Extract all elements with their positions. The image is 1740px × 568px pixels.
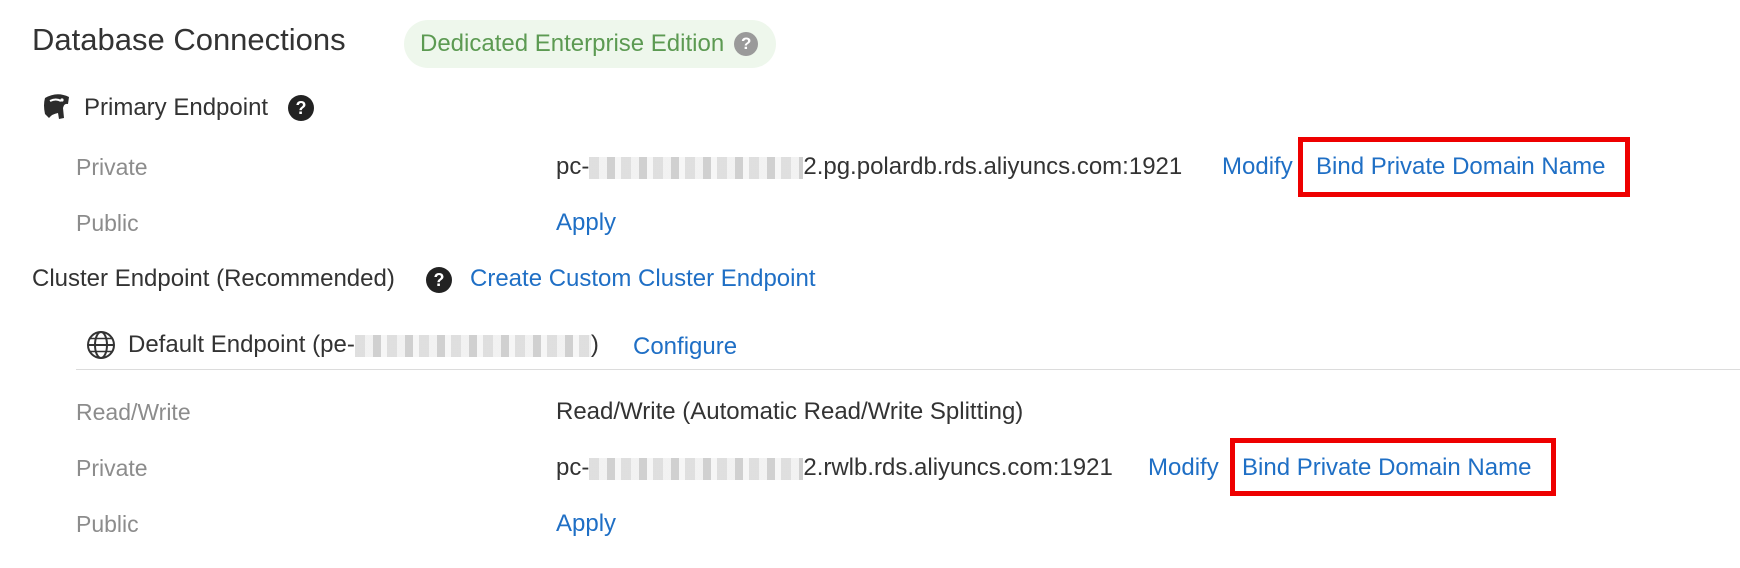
question-circle-icon[interactable]: ? [734, 32, 759, 56]
primary-apply-link[interactable]: Apply [556, 209, 616, 237]
redacted-segment [589, 457, 804, 480]
cluster-apply-link[interactable]: Apply [556, 510, 616, 538]
primary-private-endpoint: pc- 2.pg.polardb.rds.aliyuncs.com:1921 [556, 153, 1182, 181]
cluster-endpoint-label: Cluster Endpoint (Recommended) [32, 265, 395, 292]
page-title: Database Connections [32, 22, 346, 57]
configure-link[interactable]: Configure [633, 333, 737, 361]
elephant-icon [44, 94, 69, 119]
redacted-segment [589, 156, 804, 179]
endpoint-suffix: 2.rwlb.rds.aliyuncs.com:1921 [803, 454, 1113, 481]
default-endpoint-label: Default Endpoint (pe-) [128, 331, 599, 359]
cluster-rw-label: Read/Write [76, 399, 191, 425]
question-circle-icon[interactable]: ? [426, 267, 452, 293]
primary-bind-domain-link[interactable]: Bind Private Domain Name [1316, 153, 1605, 181]
default-endpoint-prefix: Default Endpoint (pe- [128, 331, 355, 358]
cluster-public-label: Public [76, 511, 139, 537]
edition-badge: Dedicated Enterprise Edition ? [404, 20, 777, 68]
primary-private-label: Private [76, 154, 148, 180]
question-circle-icon[interactable]: ? [288, 95, 314, 121]
cluster-private-endpoint: pc- 2.rwlb.rds.aliyuncs.com:1921 [556, 454, 1113, 482]
globe-icon [87, 331, 115, 359]
cluster-bind-domain-link[interactable]: Bind Private Domain Name [1242, 454, 1531, 482]
primary-modify-link[interactable]: Modify [1222, 153, 1293, 181]
default-endpoint-suffix: ) [590, 331, 599, 358]
cluster-private-label: Private [76, 455, 148, 481]
redacted-segment [354, 334, 591, 357]
endpoint-prefix: pc- [556, 153, 590, 180]
section-divider [76, 369, 1740, 370]
primary-public-label: Public [76, 210, 139, 236]
cluster-rw-value: Read/Write (Automatic Read/Write Splitti… [556, 398, 1024, 425]
endpoint-prefix: pc- [556, 454, 590, 481]
cluster-modify-link[interactable]: Modify [1148, 454, 1219, 482]
edition-label: Dedicated Enterprise Edition [420, 30, 725, 57]
endpoint-suffix: 2.pg.polardb.rds.aliyuncs.com:1921 [803, 153, 1183, 180]
create-custom-endpoint-link[interactable]: Create Custom Cluster Endpoint [470, 265, 816, 293]
primary-endpoint-label: Primary Endpoint [84, 94, 269, 121]
